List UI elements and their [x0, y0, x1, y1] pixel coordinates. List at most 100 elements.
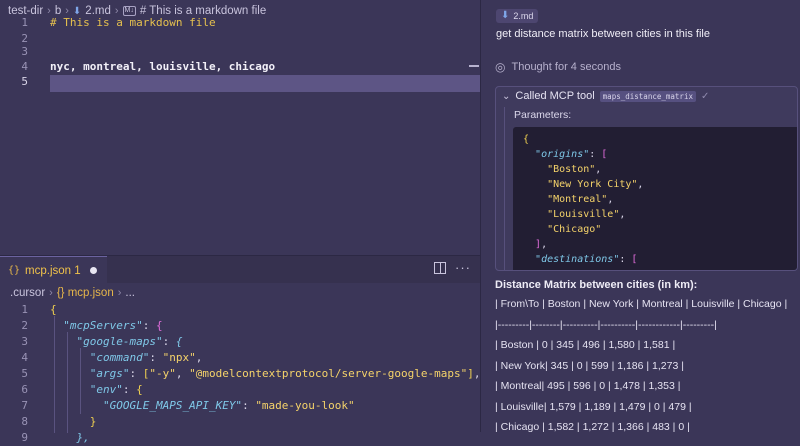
code-token: :: [149, 351, 163, 364]
table-row: |---------|--------|----------|---------…: [495, 318, 717, 331]
code-token: "New York City": [547, 179, 638, 190]
param-line: "destinations": [: [523, 252, 637, 267]
code-line[interactable]: 4 "command": "npx",: [0, 350, 480, 366]
line-text: "args": ["-y", "@modelcontextprotocol/se…: [50, 366, 481, 382]
code-line[interactable]: 5 "args": ["-y", "@modelcontextprotocol/…: [0, 366, 480, 382]
table-row: | Montreal| 495 | 596 | 0 | 1,478 | 1,35…: [495, 380, 681, 392]
code-line[interactable]: 7 "GOOGLE_MAPS_API_KEY": "made-you-look": [0, 398, 480, 414]
json-file-icon: {}: [8, 265, 21, 276]
line-number: 4: [21, 351, 28, 364]
line-number: 1: [21, 16, 28, 29]
code-line[interactable]: 8 }: [0, 414, 480, 430]
code-line[interactable]: 5: [0, 74, 480, 90]
code-line[interactable]: 9 },: [0, 430, 480, 446]
code-token: "origins": [535, 149, 590, 160]
line-text: # This is a markdown file: [50, 16, 216, 29]
code-token: "google-maps": [76, 335, 163, 348]
code-token: {: [136, 383, 143, 396]
code-line[interactable]: 6 "env": {: [0, 382, 480, 398]
code-line[interactable]: 1 # This is a markdown file: [0, 15, 480, 31]
param-line: "Boston": [523, 267, 595, 270]
code-token: :: [242, 399, 256, 412]
check-icon: ✓: [700, 90, 710, 102]
code-line[interactable]: 4 nyc, montreal, louisville, chicago: [0, 59, 480, 75]
code-line[interactable]: 3 "google-maps": {: [0, 334, 480, 350]
code-token: {: [175, 335, 183, 348]
context-file-name: 2.md: [513, 11, 534, 21]
table-row: | Chicago | 1,582 | 1,272 | 1,366 | 483 …: [495, 421, 690, 433]
code-token: {: [155, 319, 163, 332]
code-token: "npx": [162, 351, 196, 364]
result-title: Distance Matrix between cities (in km):: [495, 279, 698, 291]
chevron-right-icon: ›: [49, 287, 53, 299]
breadcrumb-folder[interactable]: .cursor: [10, 287, 45, 299]
line-text: }: [50, 414, 97, 430]
code-token: "GOOGLE_MAPS_API_KEY": [102, 399, 243, 412]
line-text: {: [50, 302, 57, 318]
code-token: "command": [89, 351, 150, 364]
line-number: 3: [21, 45, 28, 58]
chevron-down-icon[interactable]: ⌄: [502, 91, 510, 102]
user-message: get distance matrix between cities in th…: [496, 28, 710, 40]
code-token: ,: [595, 164, 602, 175]
tool-call-title: Called MCP tool: [515, 90, 595, 102]
json-editor[interactable]: {} mcp.json 1 ··· .cursor › {} mcp.json …: [0, 255, 481, 444]
code-token: "-y": [149, 367, 176, 380]
code-token: [: [601, 149, 608, 160]
table-row: | New York| 345 | 0 | 599 | 1,186 | 1,27…: [495, 359, 684, 372]
line-number: 4: [21, 60, 28, 73]
line-number: 9: [21, 431, 28, 444]
table-row: | Boston | 0 | 345 | 496 | 1,580 | 1,581…: [495, 339, 676, 351]
breadcrumb-file[interactable]: {} mcp.json: [57, 287, 114, 299]
code-token: ,: [541, 239, 548, 250]
code-line[interactable]: 1{: [0, 302, 480, 318]
code-token: ,: [175, 367, 190, 380]
tool-name-badge: maps_distance_matrix: [599, 90, 696, 102]
breadcrumb: .cursor › {} mcp.json › ...: [10, 285, 135, 301]
code-token: [: [631, 254, 638, 265]
tab-bar: {} mcp.json 1 ···: [0, 256, 480, 284]
code-line[interactable]: 3: [0, 44, 480, 60]
param-line: "Chicago": [523, 222, 601, 237]
card-indent-guide: [504, 107, 505, 270]
breadcrumb-more[interactable]: ...: [125, 287, 135, 299]
ai-chat-panel: ⬇ 2.md get distance matrix between citie…: [480, 0, 800, 433]
code-token: :: [589, 149, 602, 160]
code-line[interactable]: 2 "mcpServers": {: [0, 318, 480, 334]
tab-mcp-json[interactable]: {} mcp.json 1: [0, 256, 107, 284]
code-token: ]: [467, 367, 474, 380]
code-token: "mcpServers": [63, 319, 143, 332]
code-token: :: [162, 335, 176, 348]
context-file-pill[interactable]: ⬇ 2.md: [496, 9, 539, 23]
code-token: ,: [619, 209, 626, 220]
line-number: 7: [21, 399, 28, 412]
thought-indicator[interactable]: ◎ Thought for 4 seconds: [495, 60, 621, 74]
code-token: "Montreal": [547, 194, 608, 205]
line-text: "env": {: [50, 382, 143, 398]
code-token: "Chicago": [547, 224, 602, 235]
more-actions-icon[interactable]: ···: [455, 260, 471, 275]
parameters-code-block[interactable]: { "origins": [ "Boston", "New York City"…: [513, 127, 797, 270]
unsaved-dot-icon[interactable]: [89, 267, 97, 274]
line-number: 8: [21, 415, 28, 428]
param-line: ],: [523, 237, 547, 252]
markdown-editor[interactable]: test-dir › b › ⬇ 2.md › M↓ # This is a m…: [0, 0, 480, 255]
line-text: "GOOGLE_MAPS_API_KEY": "made-you-look": [50, 398, 355, 414]
table-row: | Louisville| 1,579 | 1,189 | 1,479 | 0 …: [495, 400, 692, 413]
line-number: 6: [21, 383, 28, 396]
chevron-right-icon: ›: [117, 287, 122, 299]
tool-call-header[interactable]: ⌄ Called MCP tool maps_distance_matrix ✓: [502, 90, 709, 102]
code-token: :: [129, 367, 143, 380]
split-editor-icon[interactable]: [434, 262, 446, 274]
